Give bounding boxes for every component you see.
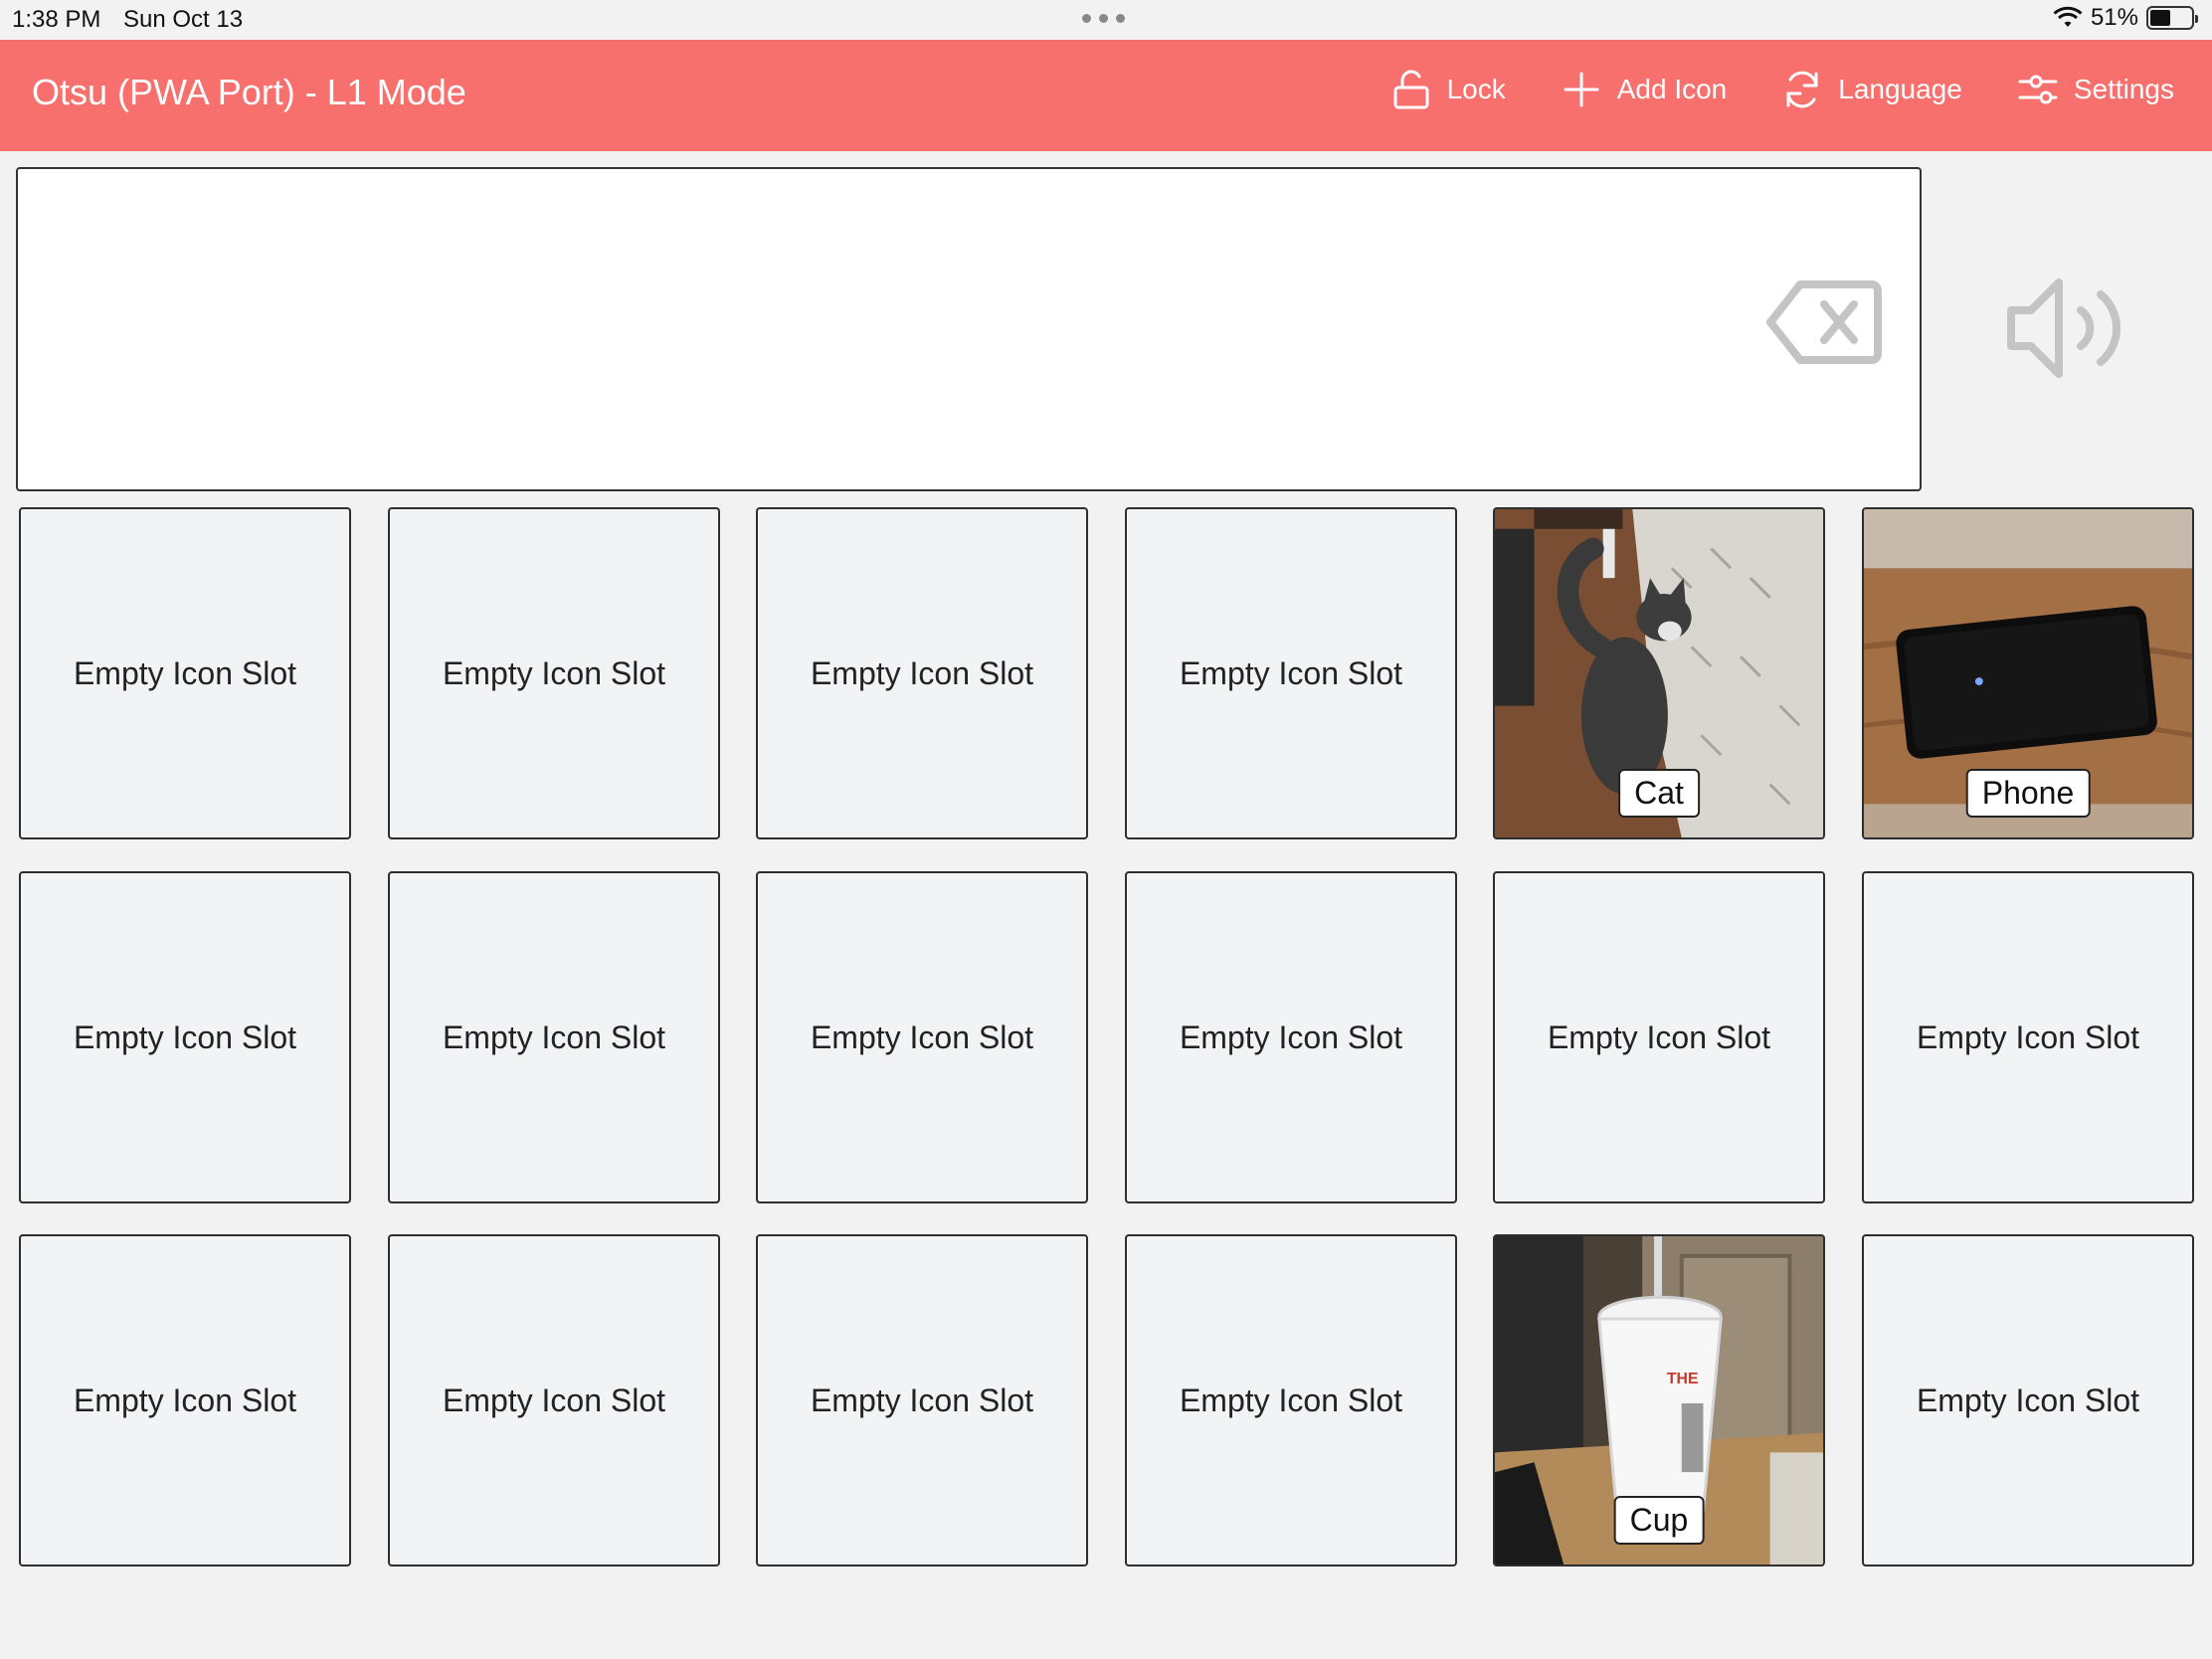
app-title: Otsu (PWA Port) - L1 Mode	[32, 72, 466, 112]
tile-label: Empty Icon Slot	[1547, 1018, 1771, 1055]
empty-icon-slot[interactable]: Empty Icon Slot	[19, 871, 351, 1203]
tile-label: Empty Icon Slot	[810, 1018, 1034, 1055]
tile-label: Empty Icon Slot	[73, 1382, 297, 1418]
cat-icon-tile[interactable]: Cat	[1493, 507, 1825, 839]
tile-label: Empty Icon Slot	[1179, 654, 1403, 691]
empty-icon-slot[interactable]: Empty Icon Slot	[756, 1234, 1088, 1567]
empty-icon-slot[interactable]: Empty Icon Slot	[756, 507, 1088, 839]
tile-label: Empty Icon Slot	[442, 654, 666, 691]
tile-label: Empty Icon Slot	[1179, 1382, 1403, 1418]
sentence-box[interactable]	[16, 167, 1922, 491]
lock-label: Lock	[1446, 74, 1506, 104]
tile-label: Empty Icon Slot	[442, 1382, 666, 1418]
tile-label: Empty Icon Slot	[1916, 1382, 2140, 1418]
lock-button[interactable]: Lock	[1389, 68, 1506, 111]
empty-icon-slot[interactable]: Empty Icon Slot	[756, 871, 1088, 1203]
status-time: 1:38 PM	[12, 6, 101, 33]
refresh-icon	[1786, 71, 1818, 108]
tile-label: Empty Icon Slot	[1179, 1018, 1403, 1055]
status-date: Sun Oct 13	[123, 6, 244, 33]
tile-label: Cup	[1613, 1496, 1705, 1545]
empty-icon-slot[interactable]: Empty Icon Slot	[19, 507, 351, 839]
add-icon-label: Add Icon	[1616, 74, 1728, 104]
tile-label: Empty Icon Slot	[810, 654, 1034, 691]
phone-icon-tile[interactable]: Phone	[1862, 507, 2194, 839]
language-button[interactable]: Language	[1780, 68, 1962, 111]
tile-label: Empty Icon Slot	[73, 654, 297, 691]
empty-icon-slot[interactable]: Empty Icon Slot	[1862, 1234, 2194, 1567]
settings-button[interactable]: Settings	[2016, 68, 2174, 111]
tile-label: Empty Icon Slot	[810, 1382, 1034, 1418]
empty-icon-slot[interactable]: Empty Icon Slot	[1862, 871, 2194, 1203]
header-actions: Lock Add Icon Language Settings	[1389, 68, 2174, 111]
tile-label: Empty Icon Slot	[73, 1018, 297, 1055]
speaker-icon[interactable]	[2005, 275, 2128, 382]
status-indicators: 51%	[2053, 4, 2198, 32]
battery-icon	[2146, 6, 2198, 30]
plus-icon	[1564, 72, 1599, 107]
add-icon-button[interactable]: Add Icon	[1560, 68, 1728, 111]
battery-percent: 51%	[2090, 4, 2138, 31]
empty-icon-slot[interactable]: Empty Icon Slot	[1125, 1234, 1457, 1567]
unlock-icon	[1393, 70, 1429, 109]
svg-text:THE: THE	[1667, 1371, 1699, 1387]
status-bar: 1:38 PM Sun Oct 13 51%	[0, 0, 2212, 40]
empty-icon-slot[interactable]: Empty Icon Slot	[388, 1234, 720, 1567]
sliders-icon	[2018, 75, 2058, 104]
settings-label: Settings	[2073, 74, 2174, 104]
cup-icon-tile[interactable]: THE Cup	[1493, 1234, 1825, 1567]
empty-icon-slot[interactable]: Empty Icon Slot	[1125, 871, 1457, 1203]
tile-label: Empty Icon Slot	[442, 1018, 666, 1055]
multitasking-dots[interactable]	[1082, 14, 1125, 23]
app-header: Otsu (PWA Port) - L1 Mode Lock Add Icon …	[0, 40, 2212, 151]
tile-label: Cat	[1618, 769, 1700, 818]
empty-icon-slot[interactable]: Empty Icon Slot	[1125, 507, 1457, 839]
empty-icon-slot[interactable]: Empty Icon Slot	[388, 871, 720, 1203]
empty-icon-slot[interactable]: Empty Icon Slot	[388, 507, 720, 839]
backspace-icon[interactable]	[1764, 278, 1884, 366]
wifi-icon	[2053, 6, 2083, 27]
language-label: Language	[1838, 74, 1962, 104]
tile-label: Empty Icon Slot	[1916, 1018, 2140, 1055]
empty-icon-slot[interactable]: Empty Icon Slot	[1493, 871, 1825, 1203]
tile-label: Phone	[1965, 769, 2091, 818]
empty-icon-slot[interactable]: Empty Icon Slot	[19, 1234, 351, 1567]
